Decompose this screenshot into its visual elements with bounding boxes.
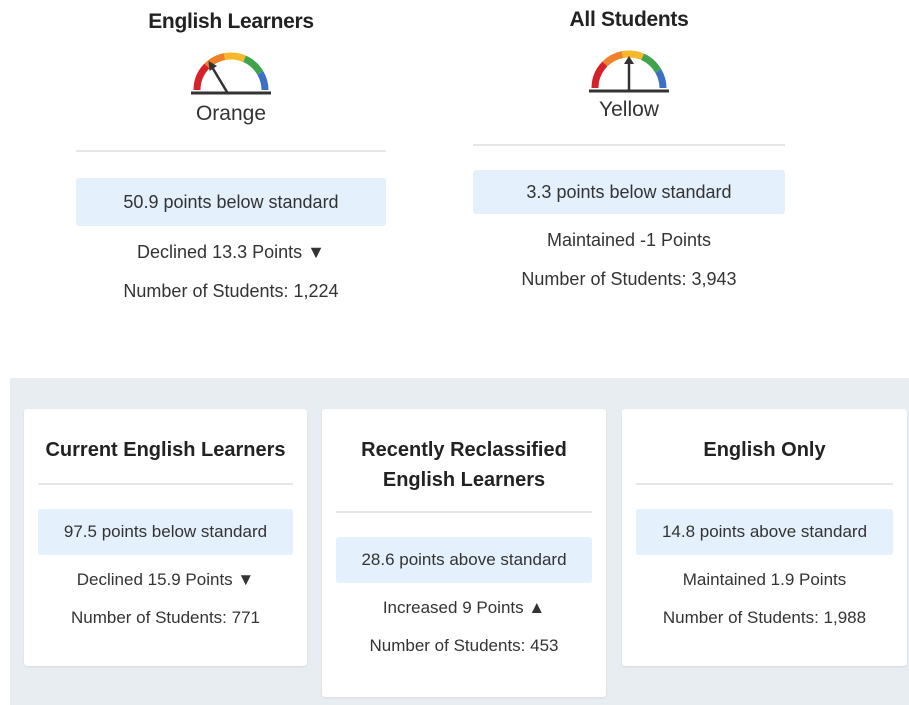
card-title: All Students [569, 8, 689, 31]
change-text: Maintained -1 Points [546, 230, 712, 250]
dashboard-page: English Learners Orange 50.9 points belo… [0, 0, 909, 705]
card-title: English Learners [148, 10, 314, 33]
status-box: 3.3 points below standard [473, 170, 785, 214]
change-text: Increased 9 Points ▲ [382, 598, 546, 617]
change-text: Declined 13.3 Points ▼ [137, 242, 325, 262]
status-box: 50.9 points below standard [76, 178, 386, 226]
current-english-learners-card: Current English Learners 97.5 points bel… [24, 409, 307, 666]
divider [76, 150, 386, 152]
card-title: Current English Learners [45, 439, 286, 461]
all-students-card: All Students Yellow 3.3 points below sta… [473, 0, 785, 290]
english-learners-card: English Learners Orange 50.9 points belo… [76, 0, 386, 302]
change-text: Maintained 1.9 Points [682, 570, 847, 589]
divider [636, 483, 893, 485]
card-title: English Only [703, 439, 826, 461]
student-count: Number of Students: 453 [369, 636, 559, 655]
gauge-yellow-icon [589, 50, 669, 93]
student-count: Number of Students: 771 [70, 608, 260, 627]
status-box: 28.6 points above standard [336, 537, 592, 583]
english-only-card: English Only 14.8 points above standard … [622, 409, 907, 666]
divider [473, 144, 785, 146]
divider [38, 483, 293, 485]
status-box: 14.8 points above standard [636, 509, 893, 555]
performance-color-label: Orange [195, 102, 267, 125]
student-group-panel: Current English Learners 97.5 points bel… [10, 378, 909, 705]
recently-reclassified-card: Recently Reclassified English Learners 2… [322, 409, 606, 697]
card-title: Recently Reclassified English Learners [361, 439, 567, 491]
gauge-orange-icon [191, 52, 271, 95]
status-box: 97.5 points below standard [38, 509, 293, 555]
performance-color-label: Yellow [599, 98, 659, 121]
student-count: Number of Students: 1,988 [662, 608, 867, 627]
student-count: Number of Students: 1,224 [123, 281, 339, 301]
divider [336, 511, 592, 513]
change-text: Declined 15.9 Points ▼ [76, 570, 255, 589]
student-count: Number of Students: 3,943 [521, 269, 737, 289]
